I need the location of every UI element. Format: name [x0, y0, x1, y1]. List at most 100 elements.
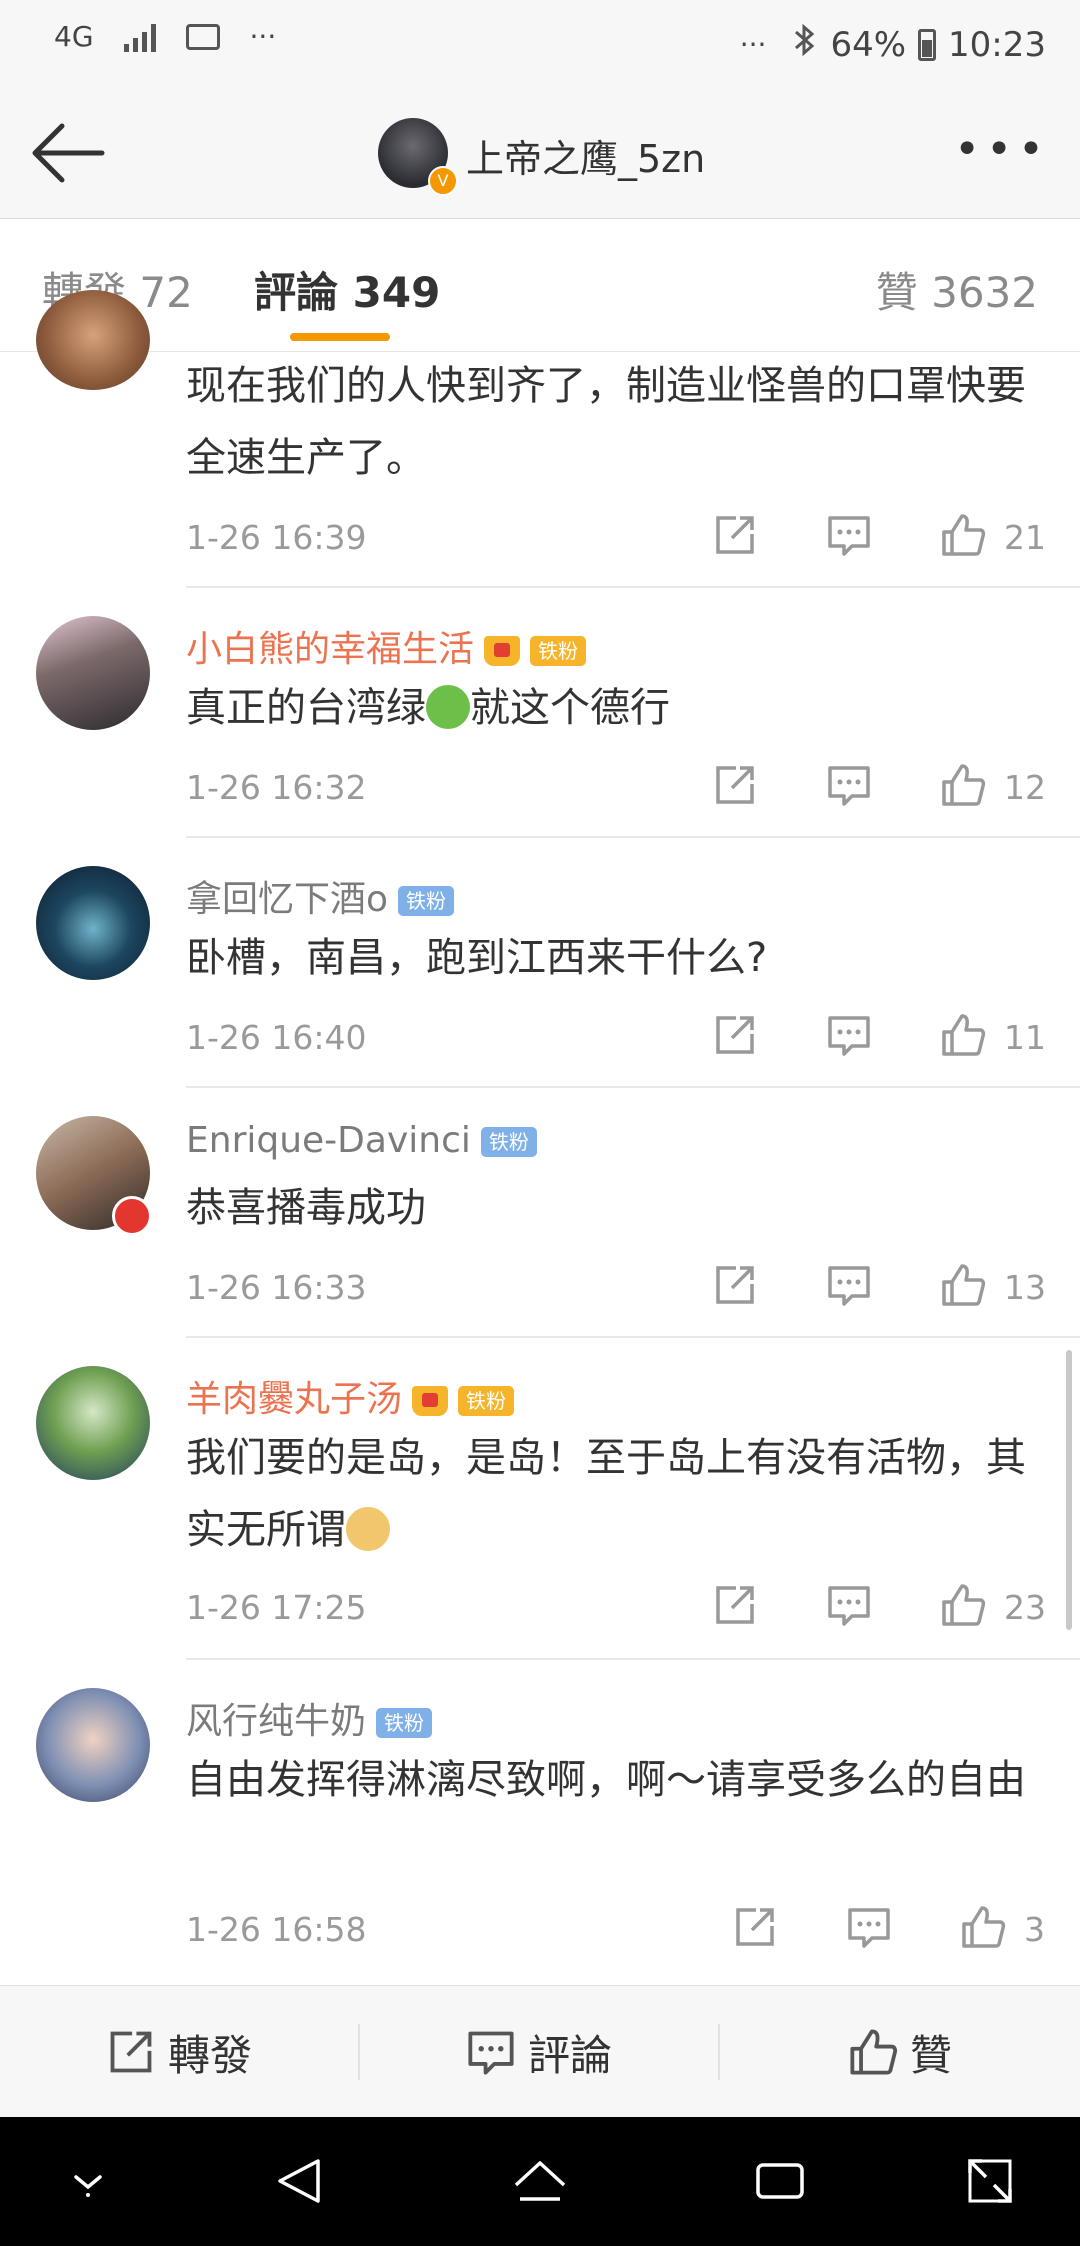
share-icon[interactable]: [712, 1012, 758, 1058]
comment-meta: 1-26 16:40 11: [186, 1012, 1046, 1062]
share-icon: [110, 2031, 152, 2073]
thumbs-up-icon: [850, 2029, 898, 2075]
comment-author[interactable]: 风行纯牛奶 铁粉: [186, 1692, 433, 1744]
fan-badge: 铁粉: [530, 636, 587, 666]
thumbs-up-icon[interactable]: [940, 512, 986, 558]
network-indicator: 4G: [54, 20, 94, 53]
crown-icon: [412, 1386, 449, 1416]
back-triangle-icon[interactable]: [270, 2151, 330, 2211]
divider: [186, 836, 1080, 838]
tab-bar: 轉發 72 評論 349 贊 3632: [0, 219, 1080, 352]
thumbs-up-icon[interactable]: [940, 1582, 986, 1628]
avatar[interactable]: [36, 1688, 150, 1802]
comment-meta: 1-26 16:32 12: [186, 762, 1046, 812]
repost-button[interactable]: 轉發: [0, 1986, 358, 2118]
like-button[interactable]: 贊: [720, 1986, 1080, 2118]
comment-meta: 1-26 16:39 21: [186, 512, 1046, 562]
more-icon[interactable]: •••: [954, 128, 1050, 172]
share-icon[interactable]: [712, 762, 758, 808]
fan-badge: 铁粉: [480, 1127, 537, 1157]
comment-meta: 1-26 17:25 23: [186, 1582, 1046, 1632]
battery-percent: 64%: [830, 24, 907, 65]
fan-badge: 铁粉: [458, 1386, 515, 1416]
top-nav: V 上帝之鹰_5zn •••: [0, 90, 1080, 219]
comment-time: 1-26 16:33: [186, 1268, 367, 1307]
comment-time: 1-26 16:58: [186, 1910, 367, 1949]
comment-meta: 1-26 16:58 3: [186, 1904, 1046, 1954]
avatar[interactable]: [36, 616, 150, 730]
author-name: Enrique-Davinci: [186, 1120, 471, 1161]
fan-badge: 铁粉: [376, 1708, 433, 1738]
comment-button[interactable]: 評論: [360, 1986, 718, 2118]
comment-text: 真正的台湾绿 就这个德行: [186, 672, 1046, 744]
verified-badge: V: [428, 166, 458, 196]
like-count: 23: [1004, 1588, 1046, 1627]
tab-comments[interactable]: 評論 349: [254, 259, 440, 320]
comment-author[interactable]: 小白熊的幸福生活 铁粉: [186, 620, 587, 672]
comment-text: 卧槽，南昌，跑到江西来干什么?: [186, 935, 768, 981]
comment-time: 1-26 16:32: [186, 768, 367, 807]
avatar[interactable]: [36, 866, 150, 980]
status-more: ···: [739, 28, 767, 61]
thumbs-up-icon[interactable]: [940, 1012, 986, 1058]
comment-icon[interactable]: [826, 1012, 872, 1058]
comment-icon[interactable]: [826, 1262, 872, 1308]
comment-author[interactable]: 羊肉爨丸子汤 铁粉: [186, 1370, 515, 1422]
comment-meta: 1-26 16:33 13: [186, 1262, 1046, 1312]
comment-text: 现在我们的人快到齐了，制造业怪兽的口罩快要全速生产了。: [186, 363, 1026, 481]
comment-icon[interactable]: [826, 512, 872, 558]
avatar[interactable]: [36, 1366, 150, 1480]
page-title[interactable]: 上帝之鹰_5zn: [466, 128, 705, 183]
status-right: ··· 64% 10:23: [740, 22, 1046, 67]
share-icon[interactable]: [712, 512, 758, 558]
comment-icon[interactable]: [846, 1904, 892, 1950]
active-tab-indicator: [290, 333, 390, 341]
share-icon[interactable]: [712, 1262, 758, 1308]
comment-text: 自由发挥得淋漓尽致啊，啊～请享受多么的自由: [186, 1757, 1026, 1803]
thumbs-up-icon[interactable]: [940, 762, 986, 808]
divider: [186, 586, 1080, 588]
divider: [186, 1336, 1080, 1338]
comment-icon[interactable]: [826, 762, 872, 808]
comment-text: 恭喜播毒成功: [186, 1185, 426, 1231]
thumbs-up-icon[interactable]: [940, 1262, 986, 1308]
comment-icon[interactable]: [826, 1582, 872, 1628]
comment-author[interactable]: 拿回忆下酒o 铁粉: [186, 870, 455, 922]
author-name: 拿回忆下酒o: [186, 879, 389, 920]
thumbs-up-icon[interactable]: [960, 1904, 1006, 1950]
author-name: 羊肉爨丸子汤: [186, 1379, 403, 1420]
avatar[interactable]: [36, 290, 150, 390]
clock: 10:23: [948, 24, 1046, 65]
comment-icon: [468, 2031, 514, 2075]
like-count: 11: [1004, 1018, 1046, 1057]
chevron-down-icon[interactable]: [58, 2151, 118, 2211]
comment-time: 1-26 16:39: [186, 518, 367, 557]
share-icon[interactable]: [712, 1582, 758, 1628]
comment-author[interactable]: Enrique-Davinci 铁粉: [186, 1120, 537, 1161]
bluetooth-icon: [792, 22, 818, 67]
comment-text-part: 真正的台湾绿: [186, 685, 426, 731]
expand-icon[interactable]: [960, 2151, 1020, 2211]
comment-text-part: 我们要的是岛，是岛！至于岛上有没有活物，其实无所谓: [186, 1435, 1026, 1553]
back-arrow-icon[interactable]: [28, 120, 108, 186]
like-count: 21: [1004, 518, 1046, 557]
scrollbar[interactable]: [1066, 1350, 1072, 1630]
frog-emoji-icon: [426, 685, 470, 729]
vip-badge: [112, 1196, 152, 1236]
image-notification-icon: [185, 23, 220, 50]
recent-apps-icon[interactable]: [750, 2151, 810, 2211]
share-icon[interactable]: [732, 1904, 778, 1950]
crown-icon: [484, 636, 521, 666]
tab-likes[interactable]: 贊 3632: [876, 259, 1038, 320]
status-left: 4G ···: [54, 20, 276, 53]
comment-time: 1-26 16:40: [186, 1018, 367, 1057]
comment-text-part: 就这个德行: [470, 685, 670, 731]
like-count: 3: [1024, 1910, 1045, 1949]
repost-label: 轉發: [167, 2030, 252, 2080]
comment-label: 評論: [527, 2030, 612, 2080]
like-count: 13: [1004, 1268, 1046, 1307]
comment-text: 我们要的是岛，是岛！至于岛上有没有活物，其实无所谓: [186, 1422, 1046, 1566]
comment-time: 1-26 17:25: [186, 1588, 367, 1627]
fan-badge: 铁粉: [398, 886, 455, 916]
home-icon[interactable]: [510, 2151, 570, 2211]
